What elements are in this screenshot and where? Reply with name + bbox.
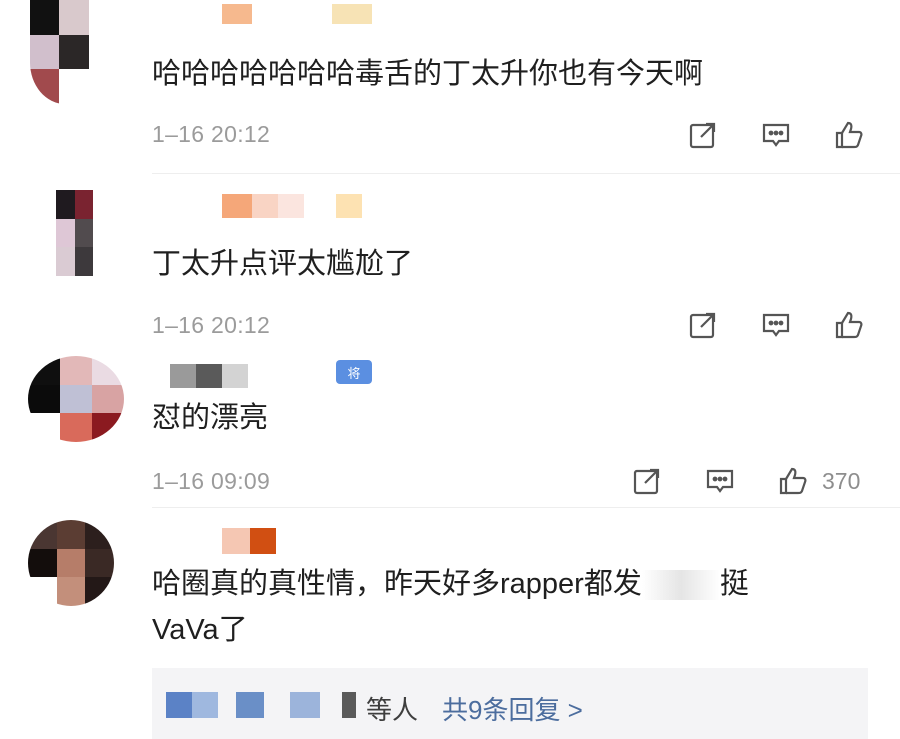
comment-text-line1b: 挺 bbox=[719, 568, 749, 600]
member-badge: 将 bbox=[336, 360, 372, 384]
username-blurred[interactable] bbox=[222, 528, 276, 554]
comment-icon[interactable] bbox=[703, 464, 737, 498]
comment-3: 将 怼的漂亮 1–16 09:09 370 bbox=[0, 352, 900, 502]
comment-icon[interactable] bbox=[759, 118, 793, 152]
reply-suffix: 等人 bbox=[366, 695, 419, 725]
comment-2: 丁太升点评太尴尬了 1–16 20:12 bbox=[0, 186, 900, 346]
username-blurred[interactable] bbox=[170, 364, 248, 388]
comment-text-line2: VaVa了 bbox=[152, 614, 248, 646]
reply-summary-bar[interactable]: 等人 共9条回复 > bbox=[152, 668, 868, 739]
comment-time: 1–16 09:09 bbox=[152, 468, 271, 494]
blurred-segment bbox=[641, 570, 720, 601]
comment-4: 哈圈真的真性情，昨天好多rapper都发 挺 VaVa了 等人 共9条回复 > bbox=[0, 518, 900, 739]
thumbs-up-icon[interactable] bbox=[832, 308, 866, 342]
comment-text: 哈圈真的真性情，昨天好多rapper都发 挺 bbox=[152, 562, 749, 607]
divider bbox=[152, 173, 900, 174]
comment-time: 1–16 20:12 bbox=[152, 121, 271, 147]
thumbs-up-icon[interactable] bbox=[832, 118, 866, 152]
comment-1: 哈哈哈哈哈哈哈毒舌的丁太升你也有今天啊 1–16 20:12 bbox=[0, 0, 900, 180]
share-icon[interactable] bbox=[686, 118, 720, 152]
comment-time: 1–16 20:12 bbox=[152, 312, 271, 338]
share-icon[interactable] bbox=[630, 464, 664, 498]
username-blurred[interactable] bbox=[222, 194, 362, 218]
username-blurred[interactable] bbox=[222, 4, 372, 24]
view-replies-link[interactable]: 共9条回复 > bbox=[442, 690, 583, 727]
thumbs-up-icon[interactable] bbox=[776, 464, 810, 498]
comment-text: 怼的漂亮 bbox=[152, 402, 269, 434]
comment-text: 哈哈哈哈哈哈哈毒舌的丁太升你也有今天啊 bbox=[152, 58, 704, 90]
comment-text-line1: 哈圈真的真性情，昨天好多rapper都发 bbox=[152, 568, 642, 600]
avatar[interactable] bbox=[28, 356, 124, 442]
share-icon[interactable] bbox=[686, 308, 720, 342]
avatar[interactable] bbox=[28, 520, 114, 606]
like-count: 370 bbox=[822, 468, 861, 494]
avatar[interactable] bbox=[56, 190, 112, 276]
divider bbox=[152, 507, 900, 508]
comment-icon[interactable] bbox=[759, 308, 793, 342]
reply-avatars-blurred bbox=[166, 692, 356, 718]
avatar[interactable] bbox=[30, 0, 118, 104]
comment-text: 丁太升点评太尴尬了 bbox=[152, 248, 414, 280]
